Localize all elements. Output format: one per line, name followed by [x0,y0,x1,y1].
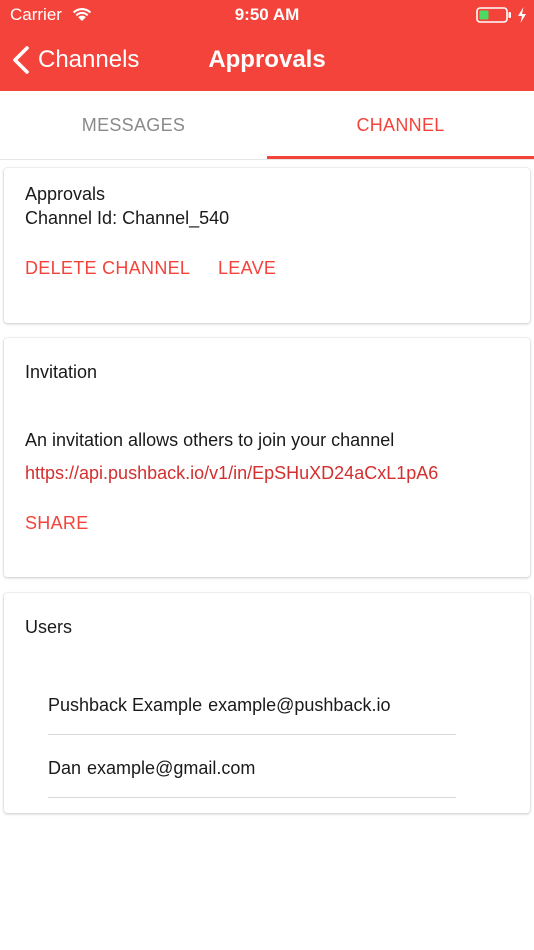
invitation-description: An invitation allows others to join your… [25,430,395,450]
invitation-card: Invitation An invitation allows others t… [4,338,530,577]
users-card: Users Pushback Example example@pushback.i… [4,593,530,813]
user-email: example@pushback.io [208,695,391,715]
leave-channel-button[interactable]: LEAVE [218,258,276,279]
navigation-bar: Channels Approvals [0,30,534,91]
wifi-icon [72,7,92,21]
tab-messages[interactable]: MESSAGES [0,91,267,159]
invitation-link[interactable]: https://api.pushback.io/v1/in/EpSHuXD24a… [25,463,438,484]
user-text: Pushback Example example@pushback.io [48,695,390,716]
tab-bar: MESSAGES CHANNEL [0,91,534,160]
app-screen: Carrier 9:50 AM Channels Approvals MESSA… [0,0,534,950]
delete-channel-button[interactable]: DELETE CHANNEL [25,258,190,279]
charging-bolt-icon [518,7,526,23]
user-row[interactable]: Dan example@gmail.com [48,736,456,798]
battery-icon [476,7,511,23]
user-email: example@gmail.com [87,758,256,778]
chevron-left-icon [13,46,29,74]
app-header: Carrier 9:50 AM Channels Approvals [0,0,534,91]
user-row[interactable]: Pushback Example example@pushback.io [48,673,456,735]
back-label: Channels [38,46,140,73]
back-button[interactable]: Channels [10,42,139,78]
user-name: Pushback Example [48,695,203,715]
user-text: Dan example@gmail.com [48,758,255,779]
tab-channel[interactable]: CHANNEL [267,91,534,159]
channel-name: Approvals [25,184,106,204]
channel-id: Channel Id: Channel_540 [25,208,230,228]
invitation-heading: Invitation [25,362,98,382]
carrier-label: Carrier [10,5,62,24]
status-bar: Carrier 9:50 AM [0,0,534,30]
channel-info-card: Approvals Channel Id: Channel_540 DELETE… [4,168,530,323]
share-button[interactable]: SHARE [25,513,89,534]
users-heading: Users [25,617,73,637]
active-tab-indicator [267,156,534,159]
user-name: Dan [48,758,82,778]
